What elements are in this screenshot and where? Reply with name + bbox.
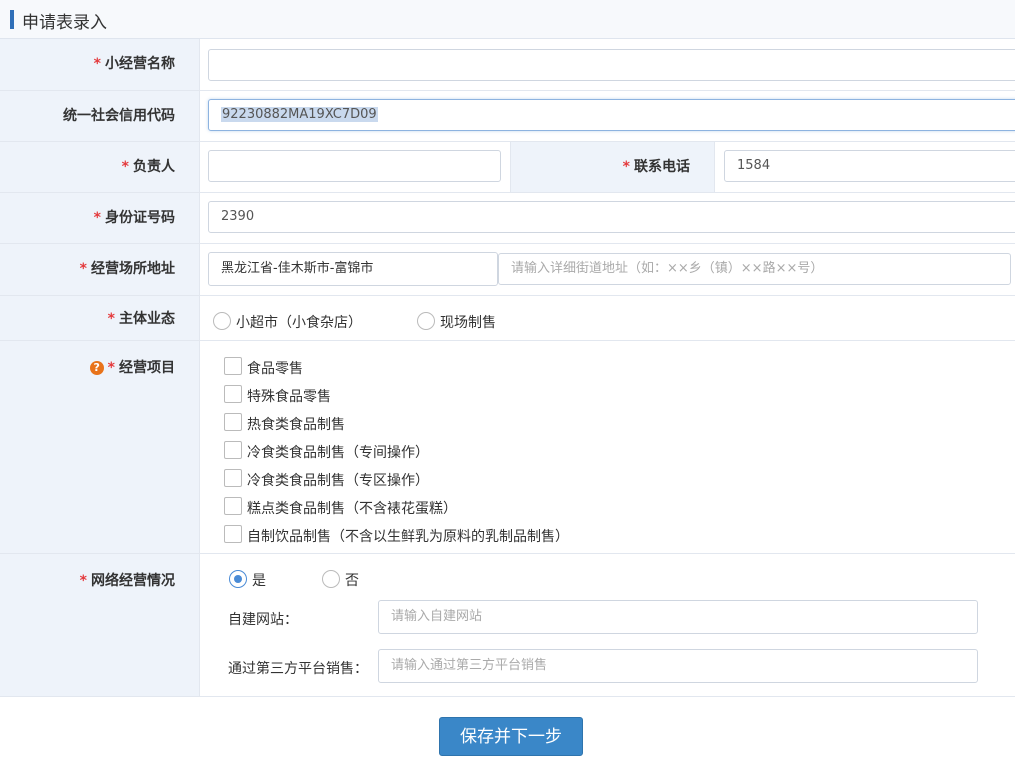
checkbox-label: 特殊食品零售 xyxy=(247,389,331,405)
label-address: * 经营场所地址 xyxy=(0,244,200,295)
checkbox-pastry[interactable] xyxy=(224,497,242,515)
checkbox-label: 糕点类食品制售（不含裱花蛋糕） xyxy=(247,501,457,517)
row-business-form: * 主体业态 小超市（小食杂店） 现场制售 xyxy=(0,296,1015,341)
checkbox-homemade-drinks[interactable] xyxy=(224,525,242,543)
checkbox-special-food-retail[interactable] xyxy=(224,385,242,403)
platform-placeholder: 请输入通过第三方平台销售 xyxy=(391,658,548,673)
radio-online-yes[interactable] xyxy=(229,570,247,588)
row-address: * 经营场所地址 黑龙江省-佳木斯市-富锦市 请输入详细街道地址（如：××乡（镇）… xyxy=(0,244,1015,296)
id-number-input[interactable]: 2390 xyxy=(208,201,1015,233)
checkbox-cold-food-area[interactable] xyxy=(224,469,242,487)
row-business-items: ? * 经营项目 食品零售 特殊食品零售 热食类食品制售 冷食类食品制售（专间操作）… xyxy=(0,341,1015,554)
row-business-name: * 小经营名称 xyxy=(0,39,1015,91)
label-business-items: ? * 经营项目 xyxy=(0,341,200,553)
row-online-business: * 网络经营情况 是 否 自建网站： 请输入自建网站 通过第三方平台销售： 请输入… xyxy=(0,554,1015,697)
label-business-form: * 主体业态 xyxy=(0,296,200,340)
address-detail-input[interactable]: 请输入详细街道地址（如：××乡（镇）××路××号） xyxy=(498,253,1011,285)
row-id-number: * 身份证号码 2390 xyxy=(0,193,1015,244)
row-credit-code: 统一社会信用代码 92230882MA19XC7D09 xyxy=(0,91,1015,142)
checkbox-label: 食品零售 xyxy=(247,361,303,377)
radio-onsite-sale-label: 现场制售 xyxy=(440,315,496,331)
credit-code-value: 92230882MA19XC7D09 xyxy=(221,107,378,122)
label-online-business: * 网络经营情况 xyxy=(0,554,200,696)
radio-small-supermarket-label: 小超市（小食杂店） xyxy=(236,315,362,331)
page-header: 申请表录入 xyxy=(0,0,1015,39)
website-label: 自建网站： xyxy=(228,612,298,628)
website-placeholder: 请输入自建网站 xyxy=(391,609,483,624)
label-phone: * 联系电话 xyxy=(510,142,715,192)
row-person-phone: * 负责人 * 联系电话 1584 xyxy=(0,142,1015,193)
label-business-name: * 小经营名称 xyxy=(0,39,200,90)
checkbox-label: 冷食类食品制售（专区操作） xyxy=(247,473,429,489)
website-input[interactable]: 请输入自建网站 xyxy=(378,600,978,634)
label-person: * 负责人 xyxy=(0,142,200,192)
radio-small-supermarket[interactable] xyxy=(213,312,231,330)
address-region-select[interactable]: 黑龙江省-佳木斯市-富锦市 xyxy=(208,252,498,286)
checkbox-food-retail[interactable] xyxy=(224,357,242,375)
radio-online-yes-label: 是 xyxy=(252,573,266,589)
business-name-input[interactable] xyxy=(208,49,1015,81)
platform-label: 通过第三方平台销售： xyxy=(228,661,368,677)
person-input[interactable] xyxy=(208,150,501,182)
label-id-number: * 身份证号码 xyxy=(0,193,200,243)
save-next-button[interactable]: 保存并下一步 xyxy=(439,717,583,756)
checkbox-label: 自制饮品制售（不含以生鲜乳为原料的乳制品制售） xyxy=(247,529,569,545)
radio-onsite-sale[interactable] xyxy=(417,312,435,330)
help-icon[interactable]: ? xyxy=(89,361,104,375)
radio-online-no[interactable] xyxy=(322,570,340,588)
address-detail-placeholder: 请输入详细街道地址（如：××乡（镇）××路××号） xyxy=(511,261,824,276)
header-accent-bar xyxy=(10,10,14,29)
page-title: 申请表录入 xyxy=(22,13,107,33)
checkbox-label: 热食类食品制售 xyxy=(247,417,345,433)
label-credit-code: 统一社会信用代码 xyxy=(0,91,200,141)
phone-input[interactable]: 1584 xyxy=(724,150,1015,182)
checkbox-label: 冷食类食品制售（专间操作） xyxy=(247,445,429,461)
checkbox-cold-food-room[interactable] xyxy=(224,441,242,459)
radio-online-no-label: 否 xyxy=(345,573,359,589)
platform-input[interactable]: 请输入通过第三方平台销售 xyxy=(378,649,978,683)
credit-code-input[interactable]: 92230882MA19XC7D09 xyxy=(208,99,1015,131)
checkbox-hot-food[interactable] xyxy=(224,413,242,431)
